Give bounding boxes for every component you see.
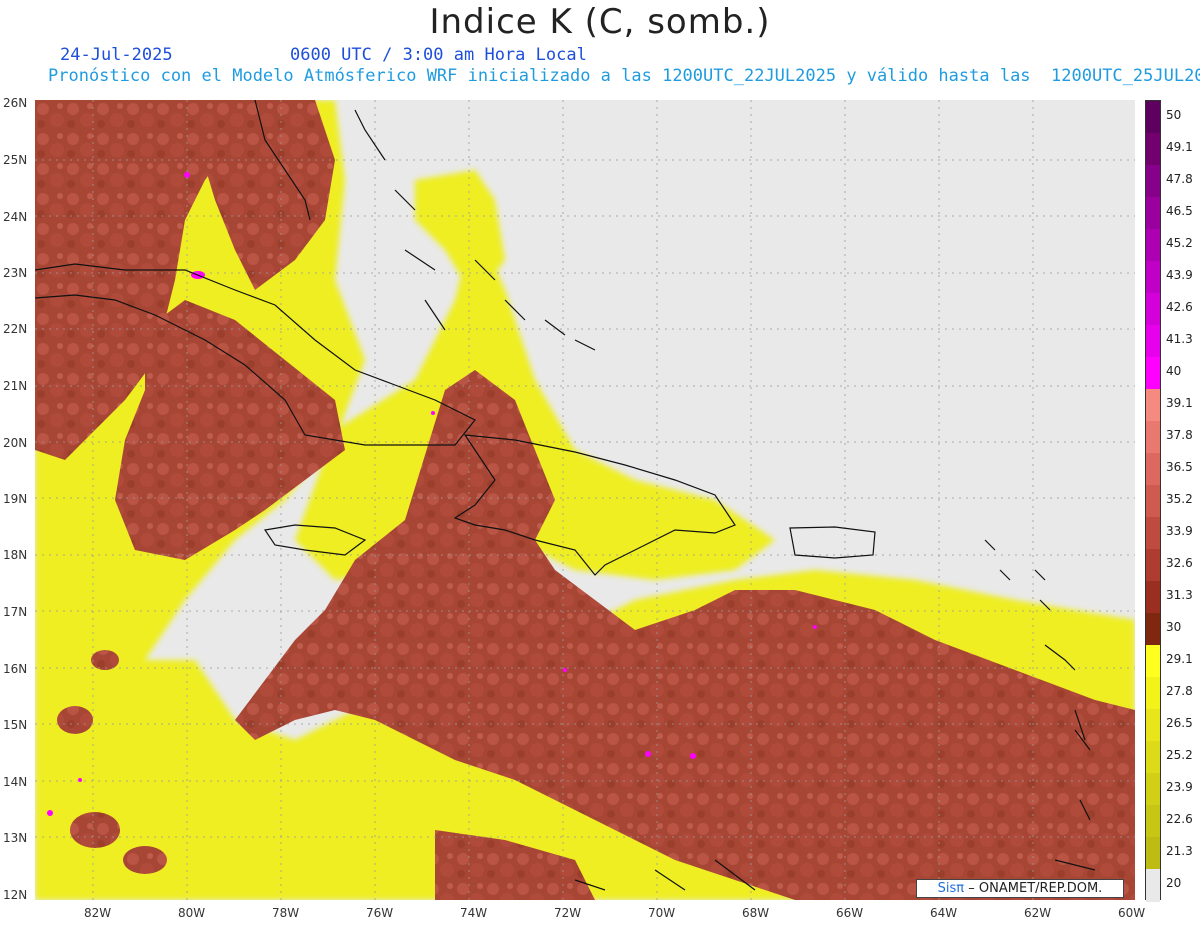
lon-label: 80W (178, 906, 206, 920)
legend-label: 41.3 (1166, 332, 1193, 346)
legend-label: 46.5 (1166, 204, 1193, 218)
legend-swatch (1146, 709, 1160, 742)
legend-swatch (1146, 101, 1160, 134)
legend-label: 49.1 (1166, 140, 1193, 154)
lon-label: 76W (366, 906, 394, 920)
lat-label: 19N (3, 492, 28, 506)
legend-swatch (1146, 741, 1160, 774)
lat-label: 16N (3, 662, 28, 676)
legend-label: 43.9 (1166, 268, 1193, 282)
lat-label: 12N (3, 888, 28, 902)
legend-swatch (1146, 869, 1160, 902)
legend-swatch (1146, 165, 1160, 198)
legend-label: 35.2 (1166, 492, 1193, 506)
lat-label: 21N (3, 379, 28, 393)
legend-label: 37.8 (1166, 428, 1193, 442)
legend-label: 36.5 (1166, 460, 1193, 474)
legend-swatch (1146, 805, 1160, 838)
credit-box: Sisπ – ONAMET/REP.DOM. (916, 879, 1124, 898)
lon-label: 66W (836, 906, 864, 920)
legend-label: 26.5 (1166, 716, 1193, 730)
lon-label: 82W (84, 906, 112, 920)
legend-label: 40 (1166, 364, 1182, 378)
lat-label: 15N (3, 718, 28, 732)
legend-swatch (1146, 773, 1160, 806)
lat-label: 14N (3, 775, 28, 789)
lat-label: 18N (3, 548, 28, 562)
lon-label: 70W (648, 906, 676, 920)
legend-swatch (1146, 197, 1160, 230)
legend-label: 39.1 (1166, 396, 1193, 410)
lat-label: 20N (3, 436, 28, 450)
legend-swatch (1146, 645, 1160, 678)
legend-label: 22.6 (1166, 812, 1193, 826)
legend-swatch (1146, 613, 1160, 646)
legend-swatch (1146, 485, 1160, 518)
lat-label: 26N (3, 96, 28, 110)
legend-label: 31.3 (1166, 588, 1193, 602)
credit-text: – ONAMET/REP.DOM. (968, 881, 1103, 896)
legend-swatch (1146, 389, 1160, 422)
lon-label: 74W (460, 906, 488, 920)
k-index-map (35, 100, 1135, 900)
lat-label: 24N (3, 210, 28, 224)
legend-label: 23.9 (1166, 780, 1193, 794)
legend-swatch (1146, 677, 1160, 710)
legend-label: 47.8 (1166, 172, 1193, 186)
forecast-time: 0600 UTC / 3:00 am Hora Local (290, 45, 587, 65)
lon-label: 62W (1024, 906, 1052, 920)
legend-swatch (1146, 453, 1160, 486)
legend-swatch (1146, 421, 1160, 454)
legend-label: 21.3 (1166, 844, 1193, 858)
lat-label: 13N (3, 831, 28, 845)
legend-swatch (1146, 549, 1160, 582)
forecast-description: Pronóstico con el Modelo Atmósferico WRF… (48, 66, 1200, 86)
legend-label: 30 (1166, 620, 1182, 634)
lon-label: 72W (554, 906, 582, 920)
legend-label: 45.2 (1166, 236, 1193, 250)
lat-label: 25N (3, 153, 28, 167)
legend-label: 29.1 (1166, 652, 1193, 666)
legend-swatch (1146, 517, 1160, 550)
color-scale-legend (1145, 100, 1161, 902)
legend-label: 25.2 (1166, 748, 1193, 762)
legend-swatch (1146, 229, 1160, 262)
legend-label: 50 (1166, 108, 1182, 122)
legend-label: 32.6 (1166, 556, 1193, 570)
lon-label: 60W (1118, 906, 1146, 920)
lon-label: 78W (272, 906, 300, 920)
legend-swatch (1146, 293, 1160, 326)
legend-swatch (1146, 325, 1160, 358)
lat-label: 23N (3, 266, 28, 280)
map-title: Indice K (C, somb.) (429, 2, 771, 42)
legend-swatch (1146, 581, 1160, 614)
lon-label: 68W (742, 906, 770, 920)
brand-logo: Sisπ (937, 881, 965, 896)
legend-swatch (1146, 357, 1160, 390)
legend-label: 27.8 (1166, 684, 1193, 698)
forecast-date: 24-Jul-2025 (60, 45, 173, 65)
lat-label: 17N (3, 605, 28, 619)
legend-label: 20 (1166, 876, 1182, 890)
legend-swatch (1146, 837, 1160, 870)
legend-label: 42.6 (1166, 300, 1193, 314)
legend-label: 33.9 (1166, 524, 1193, 538)
legend-swatch (1146, 133, 1160, 166)
lat-label: 22N (3, 322, 28, 336)
legend-swatch (1146, 261, 1160, 294)
lon-label: 64W (930, 906, 958, 920)
